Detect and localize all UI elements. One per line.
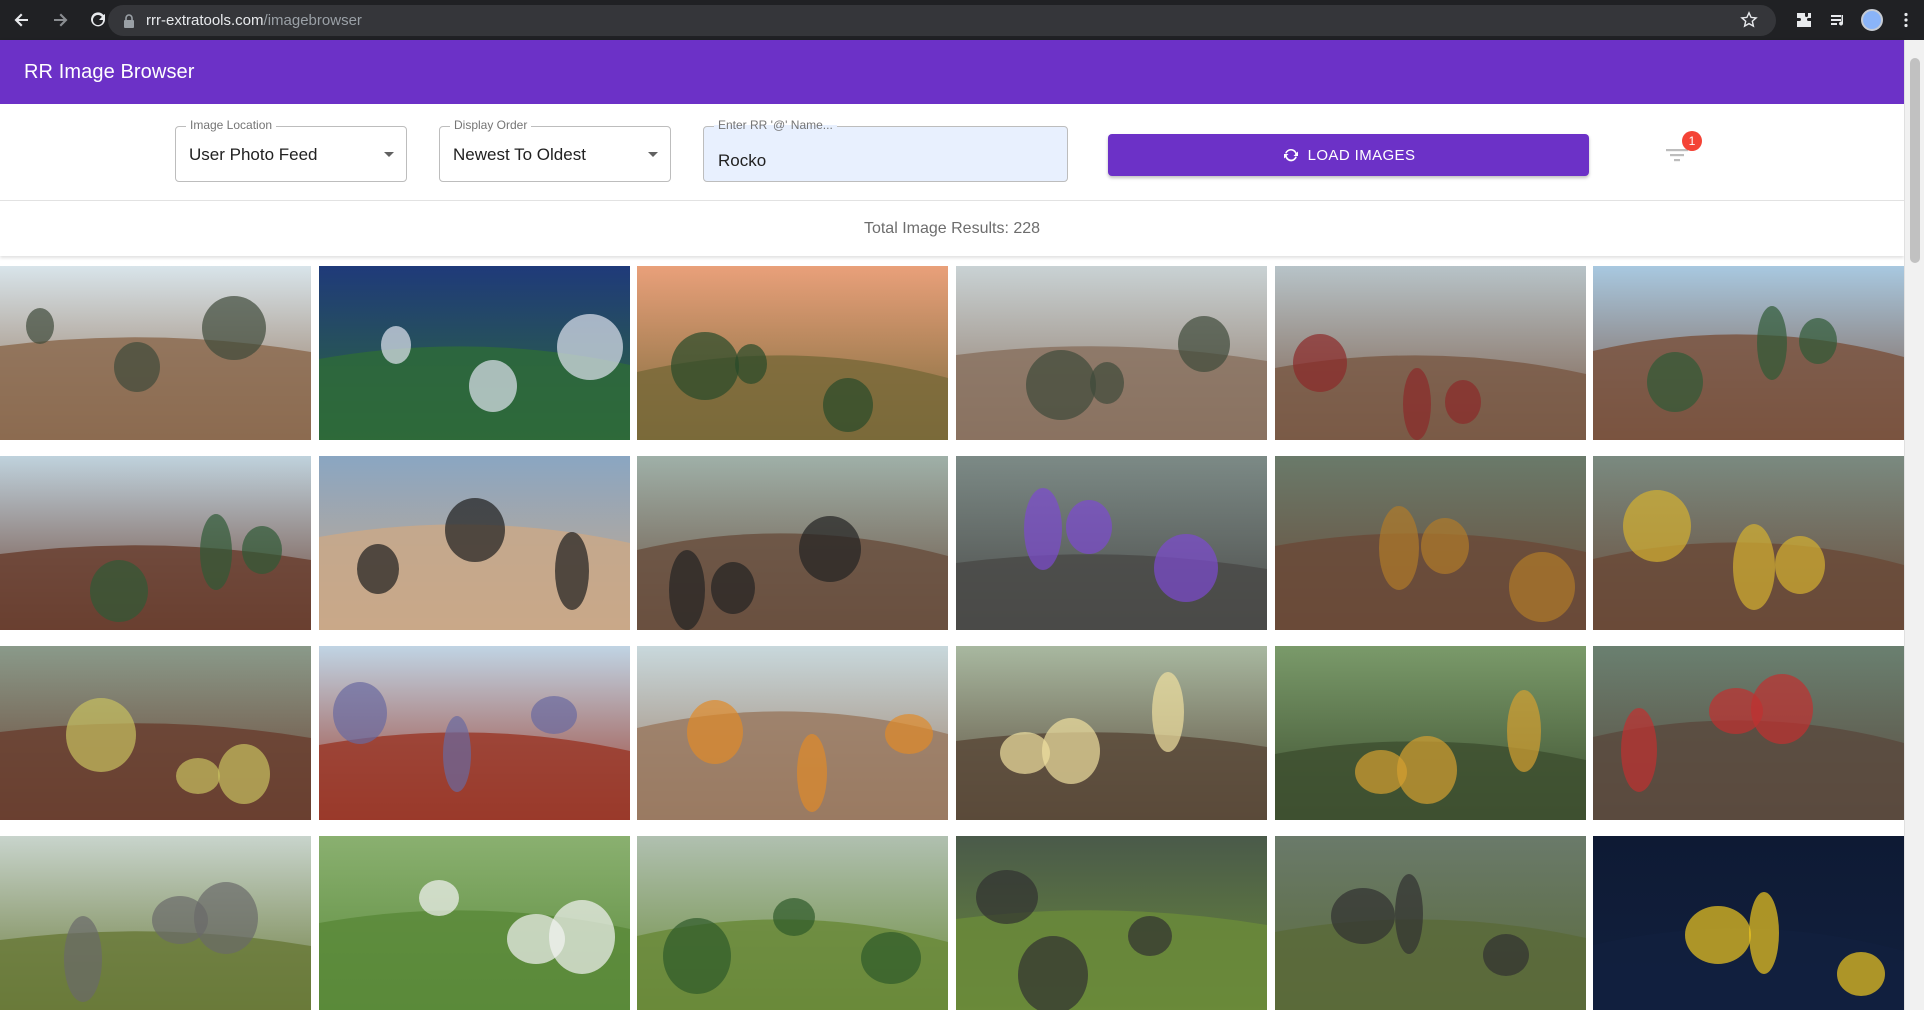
rr-name-input[interactable] <box>704 127 1067 181</box>
dropdown-caret-icon <box>384 152 394 157</box>
image-location-select[interactable]: Image Location User Photo Feed <box>175 118 407 182</box>
image-thumbnail[interactable] <box>319 836 630 1010</box>
extensions-icon[interactable] <box>1788 4 1820 36</box>
url-text: rrr-extratools.com/imagebrowser <box>146 12 362 29</box>
image-thumbnail[interactable] <box>0 266 311 440</box>
rr-name-field[interactable]: Enter RR '@' Name... <box>703 118 1068 182</box>
refresh-icon <box>1283 148 1298 162</box>
image-thumbnail[interactable] <box>1275 266 1586 440</box>
dropdown-caret-icon <box>648 152 658 157</box>
image-thumbnail[interactable] <box>1275 836 1586 1010</box>
image-thumbnail[interactable] <box>0 646 311 820</box>
image-location-value: User Photo Feed <box>189 145 318 164</box>
total-results-text: Total Image Results: 228 <box>863 219 1041 237</box>
back-icon[interactable] <box>6 4 38 36</box>
image-thumbnail[interactable] <box>637 836 948 1010</box>
image-thumbnail[interactable] <box>1593 456 1904 630</box>
image-thumbnail[interactable] <box>637 646 948 820</box>
image-thumbnail[interactable] <box>1593 836 1904 1010</box>
image-thumbnail[interactable] <box>1275 456 1586 630</box>
chrome-menu-icon[interactable] <box>1890 4 1922 36</box>
load-images-label: LOAD IMAGES <box>1307 146 1416 164</box>
scrollbar-thumb[interactable] <box>1910 58 1920 263</box>
image-thumbnail[interactable] <box>637 456 948 630</box>
filter-button[interactable]: 1 <box>1662 131 1702 170</box>
image-thumbnail[interactable] <box>1275 646 1586 820</box>
media-control-icon[interactable] <box>1822 4 1854 36</box>
image-thumbnail[interactable] <box>319 646 630 820</box>
image-thumbnail[interactable] <box>1593 266 1904 440</box>
image-thumbnail[interactable] <box>637 266 948 440</box>
image-thumbnail[interactable] <box>0 836 311 1010</box>
search-toolbar: Image Location User Photo Feed Display O… <box>0 104 1904 201</box>
image-thumbnail[interactable] <box>956 266 1267 440</box>
results-bar: Total Image Results: 228 <box>0 201 1904 256</box>
url-host: rrr-extratools.com <box>146 12 264 29</box>
lock-icon <box>124 13 134 28</box>
app-bar: RR Image Browser <box>0 40 1904 104</box>
image-thumbnail[interactable] <box>956 456 1267 630</box>
image-thumbnail[interactable] <box>0 456 311 630</box>
display-order-label: Display Order <box>450 118 532 132</box>
image-thumbnail[interactable] <box>319 266 630 440</box>
url-path: /imagebrowser <box>263 12 362 29</box>
image-thumbnail[interactable] <box>956 836 1267 1010</box>
app-title: RR Image Browser <box>24 60 195 83</box>
browser-toolbar: rrr-extratools.com/imagebrowser <box>0 0 1924 40</box>
load-images-button[interactable]: LOAD IMAGES <box>1108 134 1589 176</box>
image-thumbnail[interactable] <box>956 646 1267 820</box>
address-bar[interactable]: rrr-extratools.com/imagebrowser <box>108 5 1776 36</box>
page-scrollbar[interactable] <box>1904 40 1924 1010</box>
display-order-value: Newest To Oldest <box>453 145 586 164</box>
image-thumbnail[interactable] <box>319 456 630 630</box>
image-thumbnail[interactable] <box>1593 646 1904 820</box>
display-order-select[interactable]: Display Order Newest To Oldest <box>439 118 671 182</box>
profile-avatar[interactable] <box>1856 4 1888 36</box>
filter-count-badge: 1 <box>1682 131 1702 151</box>
forward-icon[interactable] <box>44 4 76 36</box>
bookmark-star-icon[interactable] <box>1740 11 1758 29</box>
image-location-label: Image Location <box>186 118 277 132</box>
